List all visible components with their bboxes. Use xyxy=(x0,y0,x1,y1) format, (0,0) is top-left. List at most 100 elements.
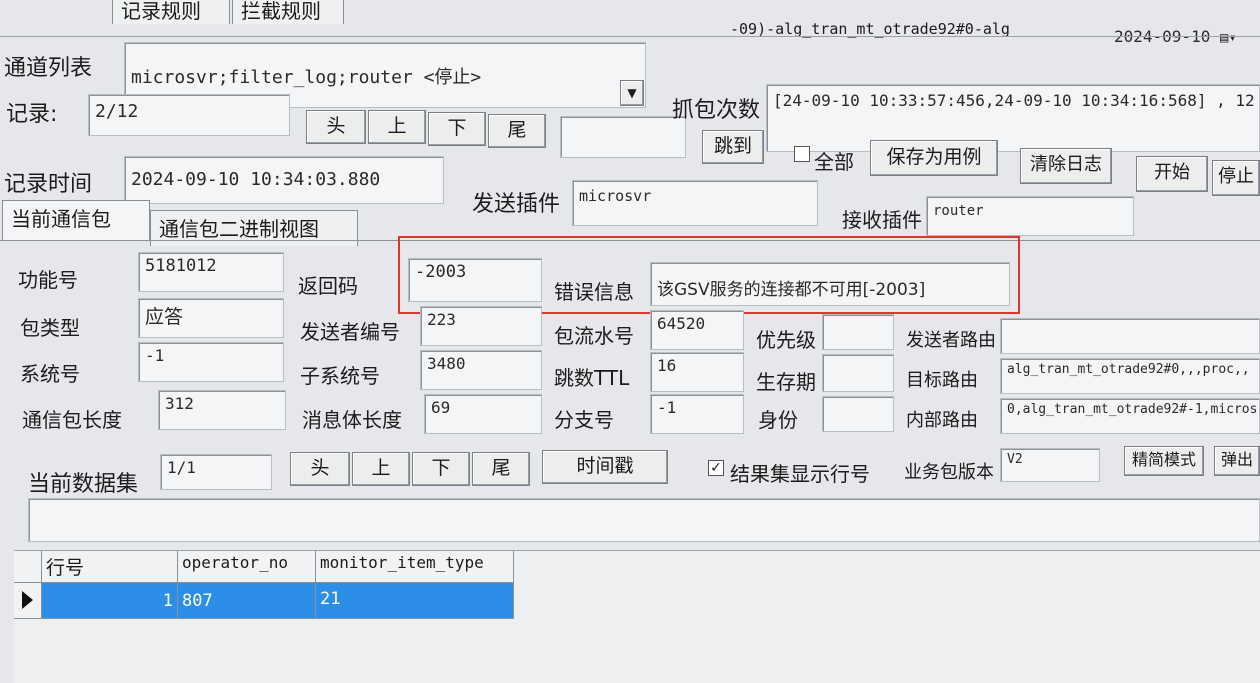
priority-field xyxy=(822,314,894,350)
message-field[interactable] xyxy=(28,498,1260,542)
table-row-operator-no[interactable]: 807 xyxy=(178,583,316,619)
tab-intercept-rules[interactable]: 拦截规则 xyxy=(232,0,344,24)
dataset-field: 1/1 xyxy=(160,454,272,490)
capture-count-label: 抓包次数 xyxy=(672,98,761,123)
record-time-label: 记录时间 xyxy=(4,172,93,197)
recv-plugin-label: 接收插件 xyxy=(842,208,922,232)
func-no-label: 功能号 xyxy=(18,268,78,292)
subsystem-no-field: 3480 xyxy=(420,350,542,390)
msg-length-value: 69 xyxy=(431,398,451,417)
target-route-field: alg_tran_mt_otrade92#0,,,proc,, xyxy=(1000,358,1260,394)
channel-dropdown-button[interactable]: ▼ xyxy=(620,80,644,106)
chevron-down-icon: ▼ xyxy=(627,86,637,100)
target-route-value: alg_tran_mt_otrade92#0,,,proc,, xyxy=(1007,362,1250,377)
pkt-length-value: 312 xyxy=(165,394,194,413)
sender-route-field xyxy=(1000,318,1260,354)
pkt-type-field: 应答 xyxy=(138,298,284,338)
calendar-icon: ▤▾ xyxy=(1219,30,1236,46)
show-rownum-checkbox[interactable]: ✓ xyxy=(708,460,724,476)
highlight-annotation-box xyxy=(398,236,1020,314)
tab-record-rules[interactable]: 记录规则 xyxy=(112,0,230,24)
pkt-serial-field: 64520 xyxy=(650,310,744,350)
channel-select-value: microsvr;filter_log;router <停止> xyxy=(131,67,482,88)
recv-plugin-value: router xyxy=(933,203,984,219)
branch-no-field: -1 xyxy=(650,394,744,434)
record-index-field[interactable]: 2/12 xyxy=(88,94,290,136)
func-no-field: 5181012 xyxy=(138,252,284,292)
record-index-value: 2/12 xyxy=(95,101,139,122)
send-plugin-value: microsvr xyxy=(579,187,652,205)
row-pointer-icon xyxy=(22,591,33,609)
sender-route-label: 发送者路由 xyxy=(906,330,996,351)
record-next-button[interactable]: 下 xyxy=(428,112,486,146)
capture-count-field: [24-09-10 10:33:57:456,24-09-10 10:34:16… xyxy=(766,84,1260,152)
sender-no-value: 223 xyxy=(427,310,456,329)
record-last-button[interactable]: 尾 xyxy=(488,114,546,148)
send-plugin-label: 发送插件 xyxy=(472,192,561,217)
popup-button[interactable]: 弹出 xyxy=(1214,446,1260,476)
return-code-label: 返回码 xyxy=(298,274,358,298)
dataset-first-button[interactable]: 头 xyxy=(290,452,350,486)
priority-label: 优先级 xyxy=(756,328,816,352)
stop-button[interactable]: 停止 xyxy=(1212,160,1260,196)
send-plugin-field: microsvr xyxy=(572,180,818,226)
subsystem-no-value: 3480 xyxy=(427,354,466,373)
timestamp-button[interactable]: 时间戳 xyxy=(542,450,668,484)
pkg-version-label: 业务包版本 xyxy=(904,462,994,483)
result-grid[interactable]: 行号 operator_no monitor_item_type 1 807 2… xyxy=(14,550,1260,683)
hops-value: 16 xyxy=(657,356,677,375)
column-header-rownum[interactable]: 行号 xyxy=(42,551,178,583)
jump-input[interactable] xyxy=(560,116,686,158)
pkt-serial-label: 包流水号 xyxy=(554,324,634,348)
sender-no-label: 发送者编号 xyxy=(300,320,400,344)
start-button[interactable]: 开始 xyxy=(1136,156,1208,192)
column-header-monitor-item-type[interactable]: monitor_item_type xyxy=(316,551,514,583)
table-row-rownum[interactable]: 1 xyxy=(42,583,178,619)
pkg-version-value: V2 xyxy=(1007,452,1023,467)
column-header-operator-no[interactable]: operator_no xyxy=(178,551,316,583)
dataset-last-button[interactable]: 尾 xyxy=(472,452,530,486)
msg-length-label: 消息体长度 xyxy=(302,408,402,432)
record-first-button[interactable]: 头 xyxy=(306,110,366,144)
table-row-monitor-item-type[interactable]: 21 xyxy=(316,583,514,619)
lifetime-field xyxy=(822,354,894,392)
pkt-length-label: 通信包长度 xyxy=(22,408,122,432)
save-as-case-button[interactable]: 保存为用例 xyxy=(870,140,998,176)
hops-label: 跳数TTL xyxy=(554,366,630,390)
branch-no-value: -1 xyxy=(657,398,677,417)
dataset-next-button[interactable]: 下 xyxy=(412,452,470,486)
func-no-value: 5181012 xyxy=(145,256,217,276)
grid-corner xyxy=(14,551,42,583)
internal-route-field: 0,alg_tran_mt_otrade92#-1,micros xyxy=(1000,398,1260,434)
system-no-value: -1 xyxy=(145,346,165,365)
dataset-label: 当前数据集 xyxy=(28,472,139,497)
record-time-value: 2024-09-10 10:34:03.880 xyxy=(131,169,381,190)
date-picker[interactable]: 2024-09-10 ▤▾ xyxy=(1108,24,1236,56)
dataset-prev-button[interactable]: 上 xyxy=(352,452,410,486)
tab-current-packet[interactable]: 当前通信包 xyxy=(2,200,150,240)
record-prev-button[interactable]: 上 xyxy=(368,110,426,144)
dataset-value: 1/1 xyxy=(167,458,196,477)
top-border-line xyxy=(0,36,1260,37)
lifetime-label: 生存期 xyxy=(756,370,816,394)
branch-no-label: 分支号 xyxy=(554,408,614,432)
internal-route-value: 0,alg_tran_mt_otrade92#-1,micros xyxy=(1007,402,1258,417)
clear-log-button[interactable]: 清除日志 xyxy=(1020,148,1112,184)
pkg-version-field: V2 xyxy=(1000,448,1100,482)
record-label-text: 记录: xyxy=(6,102,58,127)
compact-mode-button[interactable]: 精简模式 xyxy=(1124,446,1204,476)
pkt-serial-value: 64520 xyxy=(657,314,706,333)
record-time-field: 2024-09-10 10:34:03.880 xyxy=(124,156,444,204)
sender-no-field: 223 xyxy=(420,306,542,346)
target-route-label: 目标路由 xyxy=(906,370,978,391)
capture-count-value: [24-09-10 10:33:57:456,24-09-10 10:34:16… xyxy=(773,91,1255,110)
hops-field: 16 xyxy=(650,352,744,392)
row-indicator[interactable] xyxy=(14,583,42,619)
show-rownum-label: 结果集显示行号 xyxy=(730,462,870,486)
internal-route-label: 内部路由 xyxy=(906,410,978,431)
jump-button[interactable]: 跳到 xyxy=(702,130,764,164)
system-no-label: 系统号 xyxy=(20,362,80,386)
all-checkbox[interactable] xyxy=(794,146,810,162)
msg-length-field: 69 xyxy=(424,394,542,434)
pkt-type-value: 应答 xyxy=(145,306,184,328)
